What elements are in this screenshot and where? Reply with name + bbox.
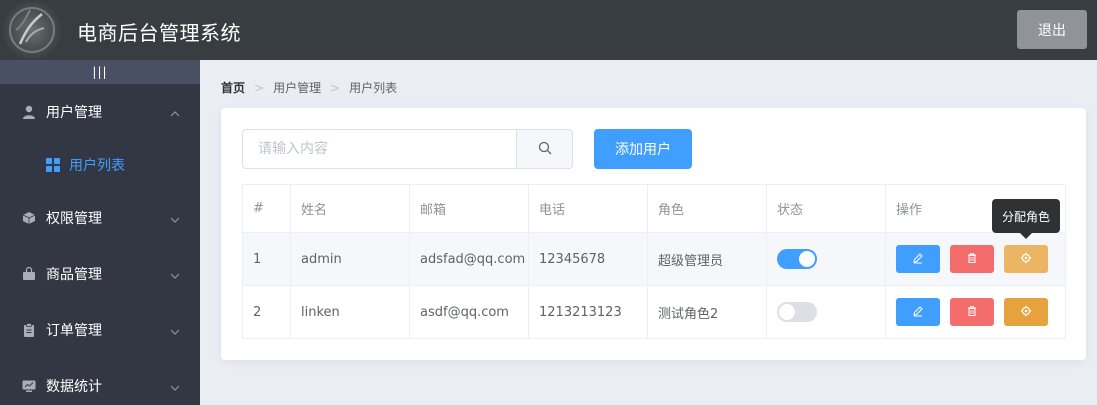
breadcrumb-home-link[interactable]: 首页 <box>221 79 245 96</box>
logout-button[interactable]: 退出 <box>1017 10 1087 49</box>
user-icon <box>22 105 36 119</box>
edit-button[interactable] <box>896 298 940 326</box>
assign-role-button[interactable] <box>1004 298 1048 326</box>
column-header-role: 角色 <box>647 184 767 233</box>
cell-index: 2 <box>242 285 291 339</box>
search-button[interactable] <box>516 129 573 169</box>
app-header: 电商后台管理系统 退出 <box>0 0 1097 60</box>
breadcrumb-item: 用户列表 <box>349 81 398 95</box>
sidebar-item-label: 数据统计 <box>46 379 102 395</box>
search-group <box>242 129 573 169</box>
cell-index: 1 <box>242 232 291 286</box>
sidebar-item-order-management[interactable]: 订单管理 <box>0 302 200 358</box>
cell-phone: 12345678 <box>528 232 648 286</box>
edit-icon <box>912 305 924 320</box>
table-row: 2 linken asdf@qq.com 1213213123 测试角色2 <box>242 285 1066 339</box>
chevron-up-icon <box>170 107 180 123</box>
chevron-down-icon <box>170 269 180 285</box>
chart-monitor-icon <box>22 379 36 393</box>
delete-button[interactable] <box>950 245 994 273</box>
sidebar-item-label: 商品管理 <box>46 267 102 283</box>
sidebar-item-label: 用户管理 <box>46 105 102 121</box>
cell-actions <box>885 285 1066 339</box>
grid-icon <box>46 158 60 172</box>
cell-email: asdf@qq.com <box>409 285 529 339</box>
chevron-down-icon <box>170 381 180 397</box>
sidebar-item-permission-management[interactable]: 权限管理 <box>0 190 200 246</box>
sidebar-toggle-button[interactable]: ||| <box>0 60 200 84</box>
clipboard-icon <box>22 323 36 337</box>
cell-phone: 1213213123 <box>528 285 648 339</box>
status-switch[interactable] <box>777 249 817 269</box>
sidebar-item-goods-management[interactable]: 商品管理 <box>0 246 200 302</box>
add-user-button[interactable]: 添加用户 <box>594 129 692 169</box>
table-row: 1 admin adsfad@qq.com 12345678 超级管理员 <box>242 232 1066 286</box>
table-header-row: # 姓名 邮箱 电话 角色 状态 操作 <box>242 184 1066 233</box>
cell-status <box>766 285 886 339</box>
breadcrumb: 首页 > 用户管理 > 用户列表 <box>221 79 397 96</box>
cell-actions <box>885 232 1066 286</box>
logo <box>2 0 62 60</box>
chevron-right-icon: > <box>330 80 341 95</box>
gear-icon <box>1020 305 1032 320</box>
user-list-card: 添加用户 # 姓名 邮箱 电话 角色 状态 操作 1 admin adsfad@… <box>221 108 1086 360</box>
delete-button[interactable] <box>950 298 994 326</box>
edit-button[interactable] <box>896 245 940 273</box>
edit-icon <box>912 252 924 267</box>
column-header-status: 状态 <box>766 184 886 233</box>
search-icon <box>538 140 552 159</box>
column-header-name: 姓名 <box>290 184 410 233</box>
cell-email: adsfad@qq.com <box>409 232 529 286</box>
status-switch[interactable] <box>777 302 817 322</box>
cell-status <box>766 232 886 286</box>
sidebar-item-user-management[interactable]: 用户管理 <box>0 84 200 140</box>
column-header-email: 邮箱 <box>409 184 529 233</box>
cell-name: admin <box>290 232 410 286</box>
bag-icon <box>22 266 36 281</box>
column-header-phone: 电话 <box>528 184 648 233</box>
sidebar-item-user-list[interactable]: 用户列表 <box>0 140 200 190</box>
trash-icon <box>966 252 978 267</box>
chevron-right-icon: > <box>254 80 265 95</box>
sidebar: ||| 用户管理 用户列表 权限管理 商品管理 订单管理 数据统计 <box>0 60 200 405</box>
sidebar-item-label: 权限管理 <box>46 211 102 227</box>
trash-icon <box>966 305 978 320</box>
cell-role: 测试角色2 <box>647 285 767 339</box>
gear-icon <box>1020 252 1032 267</box>
column-header-index: # <box>242 184 291 233</box>
cell-role: 超级管理员 <box>647 232 767 286</box>
assign-role-button[interactable] <box>1004 245 1048 273</box>
app-title: 电商后台管理系统 <box>77 21 241 45</box>
chevron-down-icon <box>170 325 180 341</box>
breadcrumb-item: 用户管理 <box>273 81 322 95</box>
search-input[interactable] <box>242 129 516 169</box>
sidebar-item-statistics[interactable]: 数据统计 <box>0 358 200 405</box>
user-table: # 姓名 邮箱 电话 角色 状态 操作 1 admin adsfad@qq.co… <box>242 184 1066 339</box>
assign-role-tooltip: 分配角色 <box>992 199 1060 239</box>
sidebar-item-label: 用户列表 <box>69 158 125 174</box>
sidebar-item-label: 订单管理 <box>46 323 102 339</box>
chevron-down-icon <box>170 213 180 229</box>
cell-name: linken <box>290 285 410 339</box>
cube-icon <box>22 211 36 225</box>
